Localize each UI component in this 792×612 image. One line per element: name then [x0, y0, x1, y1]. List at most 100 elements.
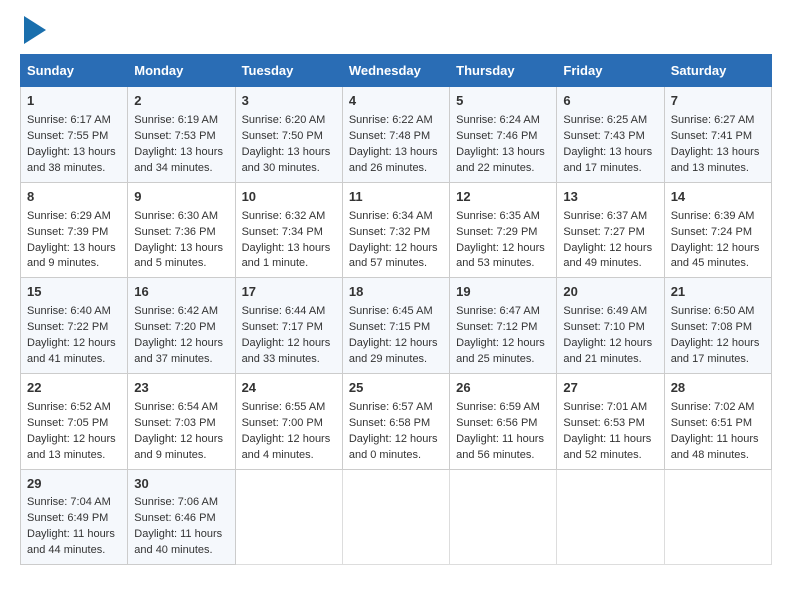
- day-info-line: Sunset: 7:36 PM: [134, 225, 228, 241]
- day-info-line: and 30 minutes.: [242, 161, 336, 177]
- day-cell: 20Sunrise: 6:49 AMSunset: 7:10 PMDayligh…: [557, 278, 664, 374]
- day-info-line: Sunset: 7:43 PM: [563, 129, 657, 145]
- day-cell: 22Sunrise: 6:52 AMSunset: 7:05 PMDayligh…: [21, 373, 128, 469]
- day-info-line: Daylight: 12 hours: [349, 241, 443, 257]
- day-info-line: Sunset: 7:10 PM: [563, 320, 657, 336]
- day-number: 23: [134, 379, 228, 398]
- day-cell: 3Sunrise: 6:20 AMSunset: 7:50 PMDaylight…: [235, 87, 342, 183]
- day-info-line: Sunrise: 6:32 AM: [242, 209, 336, 225]
- day-info-line: Daylight: 12 hours: [671, 241, 765, 257]
- day-info-line: and 41 minutes.: [27, 352, 121, 368]
- day-info-line: Sunset: 6:46 PM: [134, 511, 228, 527]
- day-info-line: and 37 minutes.: [134, 352, 228, 368]
- day-info-line: Daylight: 12 hours: [242, 336, 336, 352]
- calendar-header-row: SundayMondayTuesdayWednesdayThursdayFrid…: [21, 55, 772, 87]
- logo: [20, 20, 46, 44]
- day-number: 30: [134, 475, 228, 494]
- day-number: 11: [349, 188, 443, 207]
- day-info-line: and 4 minutes.: [242, 448, 336, 464]
- day-info-line: Sunrise: 6:59 AM: [456, 400, 550, 416]
- day-number: 26: [456, 379, 550, 398]
- day-info-line: Sunset: 7:24 PM: [671, 225, 765, 241]
- day-info-line: Daylight: 12 hours: [563, 241, 657, 257]
- day-info-line: Sunrise: 6:37 AM: [563, 209, 657, 225]
- day-info-line: Daylight: 13 hours: [242, 145, 336, 161]
- calendar-table: SundayMondayTuesdayWednesdayThursdayFrid…: [20, 54, 772, 565]
- day-info-line: Daylight: 13 hours: [134, 145, 228, 161]
- day-number: 2: [134, 92, 228, 111]
- day-info-line: and 1 minute.: [242, 256, 336, 272]
- day-info-line: and 29 minutes.: [349, 352, 443, 368]
- day-info-line: Sunrise: 7:04 AM: [27, 495, 121, 511]
- day-info-line: and 57 minutes.: [349, 256, 443, 272]
- day-info-line: Sunrise: 6:44 AM: [242, 304, 336, 320]
- day-cell: 16Sunrise: 6:42 AMSunset: 7:20 PMDayligh…: [128, 278, 235, 374]
- day-info-line: Daylight: 12 hours: [134, 432, 228, 448]
- logo-arrow-icon: [24, 16, 46, 44]
- day-info-line: Sunset: 7:55 PM: [27, 129, 121, 145]
- day-info-line: Sunset: 7:41 PM: [671, 129, 765, 145]
- day-info-line: Sunrise: 6:29 AM: [27, 209, 121, 225]
- day-info-line: Daylight: 12 hours: [242, 432, 336, 448]
- day-info-line: Sunrise: 6:50 AM: [671, 304, 765, 320]
- day-info-line: Sunrise: 6:57 AM: [349, 400, 443, 416]
- day-info-line: Daylight: 13 hours: [134, 241, 228, 257]
- day-info-line: and 5 minutes.: [134, 256, 228, 272]
- day-number: 3: [242, 92, 336, 111]
- day-number: 10: [242, 188, 336, 207]
- day-cell: [342, 469, 449, 565]
- day-info-line: and 49 minutes.: [563, 256, 657, 272]
- day-info-line: Sunset: 7:15 PM: [349, 320, 443, 336]
- day-cell: 10Sunrise: 6:32 AMSunset: 7:34 PMDayligh…: [235, 182, 342, 278]
- day-info-line: and 9 minutes.: [27, 256, 121, 272]
- day-info-line: and 13 minutes.: [27, 448, 121, 464]
- day-cell: 25Sunrise: 6:57 AMSunset: 6:58 PMDayligh…: [342, 373, 449, 469]
- day-cell: 6Sunrise: 6:25 AMSunset: 7:43 PMDaylight…: [557, 87, 664, 183]
- day-info-line: Sunset: 6:51 PM: [671, 416, 765, 432]
- day-number: 1: [27, 92, 121, 111]
- column-header-sunday: Sunday: [21, 55, 128, 87]
- day-cell: 12Sunrise: 6:35 AMSunset: 7:29 PMDayligh…: [450, 182, 557, 278]
- day-info-line: Sunrise: 6:45 AM: [349, 304, 443, 320]
- day-number: 27: [563, 379, 657, 398]
- week-row-3: 15Sunrise: 6:40 AMSunset: 7:22 PMDayligh…: [21, 278, 772, 374]
- day-cell: 27Sunrise: 7:01 AMSunset: 6:53 PMDayligh…: [557, 373, 664, 469]
- day-number: 15: [27, 283, 121, 302]
- day-number: 18: [349, 283, 443, 302]
- day-cell: [557, 469, 664, 565]
- day-info-line: Sunrise: 6:27 AM: [671, 113, 765, 129]
- day-info-line: Sunrise: 6:17 AM: [27, 113, 121, 129]
- day-info-line: and 48 minutes.: [671, 448, 765, 464]
- day-info-line: Daylight: 11 hours: [27, 527, 121, 543]
- day-info-line: and 52 minutes.: [563, 448, 657, 464]
- day-info-line: Sunset: 7:05 PM: [27, 416, 121, 432]
- week-row-5: 29Sunrise: 7:04 AMSunset: 6:49 PMDayligh…: [21, 469, 772, 565]
- day-info-line: and 17 minutes.: [671, 352, 765, 368]
- day-number: 16: [134, 283, 228, 302]
- column-header-thursday: Thursday: [450, 55, 557, 87]
- day-info-line: Sunset: 7:22 PM: [27, 320, 121, 336]
- day-info-line: Sunset: 7:12 PM: [456, 320, 550, 336]
- day-cell: 1Sunrise: 6:17 AMSunset: 7:55 PMDaylight…: [21, 87, 128, 183]
- day-info-line: and 17 minutes.: [563, 161, 657, 177]
- day-cell: 14Sunrise: 6:39 AMSunset: 7:24 PMDayligh…: [664, 182, 771, 278]
- day-info-line: and 40 minutes.: [134, 543, 228, 559]
- day-info-line: and 45 minutes.: [671, 256, 765, 272]
- day-info-line: Sunrise: 6:20 AM: [242, 113, 336, 129]
- day-number: 20: [563, 283, 657, 302]
- day-info-line: Sunset: 7:27 PM: [563, 225, 657, 241]
- day-cell: 11Sunrise: 6:34 AMSunset: 7:32 PMDayligh…: [342, 182, 449, 278]
- day-info-line: Daylight: 12 hours: [27, 336, 121, 352]
- day-info-line: Sunset: 7:00 PM: [242, 416, 336, 432]
- day-info-line: Sunrise: 6:55 AM: [242, 400, 336, 416]
- day-info-line: Sunrise: 6:39 AM: [671, 209, 765, 225]
- day-info-line: Daylight: 12 hours: [349, 336, 443, 352]
- day-cell: 15Sunrise: 6:40 AMSunset: 7:22 PMDayligh…: [21, 278, 128, 374]
- day-info-line: Daylight: 12 hours: [27, 432, 121, 448]
- day-cell: 18 Sunrise: 6:45 AMSunset: 7:15 PMDayligh…: [342, 278, 449, 374]
- day-info-line: Daylight: 11 hours: [456, 432, 550, 448]
- day-info-line: Sunset: 7:46 PM: [456, 129, 550, 145]
- day-info-line: Daylight: 13 hours: [27, 241, 121, 257]
- day-info-line: and 33 minutes.: [242, 352, 336, 368]
- day-cell: [664, 469, 771, 565]
